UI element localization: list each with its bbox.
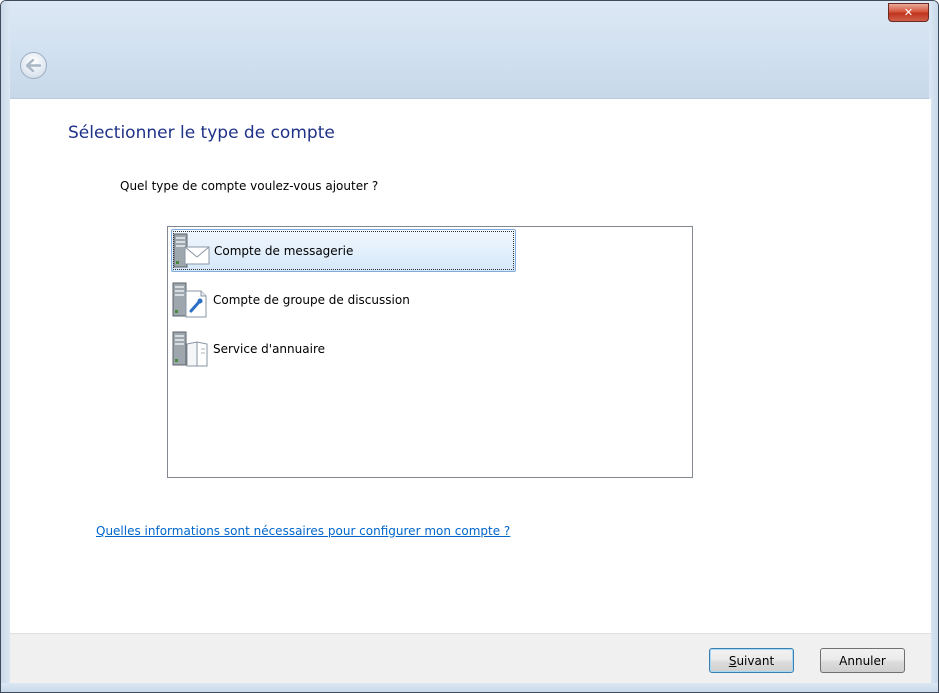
window-frame-bottom	[1, 683, 938, 692]
wizard-content: Sélectionner le type de compte Quel type…	[10, 99, 931, 633]
back-button[interactable]	[20, 52, 47, 79]
newsgroup-server-icon	[171, 280, 213, 320]
mail-server-icon	[172, 231, 214, 271]
title-bar: ✕	[1, 1, 938, 99]
list-item-label: Service d'annuaire	[213, 341, 325, 356]
account-info-help-link[interactable]: Quelles informations sont nécessaires po…	[96, 524, 510, 538]
next-button-label: uivant	[736, 653, 775, 668]
page-title: Sélectionner le type de compte	[68, 123, 335, 143]
directory-service-icon	[171, 329, 213, 369]
wizard-footer: Suivant Annuler	[10, 633, 931, 685]
account-type-question: Quel type de compte voulez-vous ajouter …	[120, 179, 379, 193]
window-frame-left	[1, 1, 10, 692]
back-arrow-icon	[26, 59, 41, 72]
next-button[interactable]: Suivant	[709, 648, 794, 673]
list-item-directory-service[interactable]: Service d'annuaire	[171, 327, 516, 370]
add-account-dialog: ✕ Sélectionner le type de compte Quel ty…	[0, 0, 939, 693]
list-item-newsgroup-account[interactable]: Compte de groupe de discussion	[171, 278, 516, 321]
next-button-accesskey: S	[728, 653, 737, 668]
list-item-label: Compte de messagerie	[214, 243, 354, 258]
close-icon: ✕	[903, 6, 914, 19]
cancel-button[interactable]: Annuler	[820, 648, 905, 673]
account-type-list[interactable]: Compte de messagerie Compte de groupe de…	[167, 226, 693, 478]
list-item-label: Compte de groupe de discussion	[213, 292, 410, 307]
close-button[interactable]: ✕	[888, 3, 929, 22]
list-item-email-account[interactable]: Compte de messagerie	[171, 229, 516, 272]
